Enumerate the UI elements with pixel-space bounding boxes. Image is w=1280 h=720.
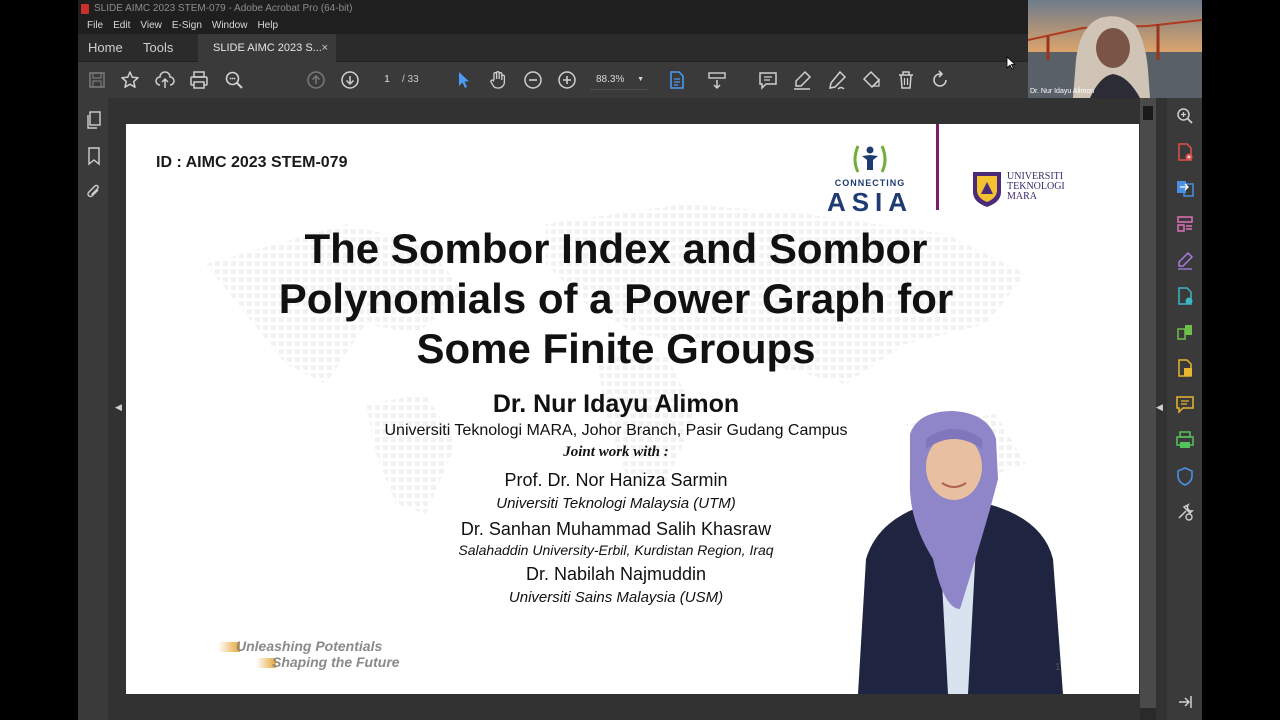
connecting-asia-logo: CONNECTING ASIA: [818, 142, 922, 217]
menu-file[interactable]: File: [82, 18, 108, 34]
cloud-upload-icon[interactable]: [154, 69, 176, 91]
attachment-icon[interactable]: [84, 182, 104, 202]
tagline-1: Unleashing Potentials: [236, 638, 383, 654]
coauthor-affiliation: Universiti Sains Malaysia (USM): [508, 589, 724, 606]
zoom-select[interactable]: 88.3% ▼: [590, 70, 648, 90]
tagline-2: Shaping the Future: [272, 654, 400, 670]
page-number-input[interactable]: [372, 70, 402, 90]
combine-files-icon[interactable]: [1175, 358, 1195, 378]
coauthor-affiliation: Salahaddin University-Erbil, Kurdistan R…: [458, 542, 774, 558]
export-pdf-icon[interactable]: [1175, 178, 1195, 198]
zoom-out-icon[interactable]: [522, 69, 544, 91]
page-down-icon[interactable]: [339, 69, 361, 91]
scroll-mode-icon[interactable]: [706, 69, 728, 91]
menu-bar: File Edit View E-Sign Window Help: [78, 18, 1028, 34]
page-up-icon[interactable]: [305, 69, 327, 91]
coauthor-affiliation: Universiti Teknologi Malaysia (UTM): [496, 495, 736, 512]
uitm-logo-text: UNIVERSITI TEKNOLOGI MARA: [1007, 171, 1065, 202]
zoom-value: 88.3%: [596, 74, 625, 85]
webcam-participant-name: Dr. Nur Idayu Alimon: [1030, 88, 1095, 95]
page-total: / 33: [402, 74, 419, 85]
rotate-icon[interactable]: [929, 69, 951, 91]
stamp-icon[interactable]: [860, 69, 882, 91]
tab-document[interactable]: SLIDE AIMC 2023 S... ×: [198, 34, 336, 62]
acrobat-window: SLIDE AIMC 2023 STEM-079 - Adobe Acrobat…: [78, 0, 1202, 720]
mouse-cursor-icon: [1006, 56, 1016, 70]
more-tools-icon[interactable]: [1175, 502, 1195, 522]
left-navigation-pane: [78, 98, 108, 720]
slide-page-number: 1: [1055, 662, 1061, 673]
delete-icon[interactable]: [895, 69, 917, 91]
menu-window[interactable]: Window: [207, 18, 253, 34]
uitm-logo: UNIVERSITI TEKNOLOGI MARA: [971, 168, 1091, 214]
tab-tools[interactable]: Tools: [143, 34, 173, 62]
logo-divider: [936, 124, 939, 210]
uitm-crest-icon: [973, 172, 1001, 207]
presenter-name: Dr. Nur Idayu Alimon: [492, 390, 740, 418]
right-tools-pane: [1167, 98, 1202, 720]
acrobat-app-icon: [81, 4, 89, 14]
webcam-video: [1028, 0, 1202, 98]
hand-icon[interactable]: [487, 69, 509, 91]
edit-pdf-icon[interactable]: [1175, 214, 1195, 234]
star-icon[interactable]: [119, 69, 141, 91]
comment-tool-icon[interactable]: [1175, 394, 1195, 414]
zoom-in-icon[interactable]: [556, 69, 578, 91]
menu-esign[interactable]: E-Sign: [167, 18, 207, 34]
menu-help[interactable]: Help: [252, 18, 283, 34]
save-icon[interactable]: [86, 69, 108, 91]
vertical-scrollbar[interactable]: [1140, 98, 1156, 720]
slide-id: ID : AIMC 2023 STEM-079: [156, 154, 348, 171]
slide-title: The Sombor Index and Sombor Polynomials …: [278, 225, 954, 372]
collapse-right-pane-icon[interactable]: ◀: [1156, 402, 1163, 413]
menu-edit[interactable]: Edit: [108, 18, 135, 34]
bookmark-icon[interactable]: [84, 146, 104, 166]
comment-icon[interactable]: [757, 69, 779, 91]
zoom-tool-icon[interactable]: [1175, 106, 1195, 126]
send-for-review-icon[interactable]: [1175, 286, 1195, 306]
collapse-left-pane-icon[interactable]: ◀: [115, 402, 122, 413]
laurel-icon: [853, 145, 887, 173]
create-pdf-icon[interactable]: [1175, 142, 1195, 162]
scroll-corner: [1140, 708, 1156, 720]
presenter-affiliation: Universiti Teknologi MARA, Johor Branch,…: [384, 422, 848, 439]
organize-pages-icon[interactable]: [1175, 322, 1195, 342]
joint-work-label: Joint work with :: [563, 444, 669, 460]
window-title: SLIDE AIMC 2023 STEM-079 - Adobe Acrobat…: [94, 3, 353, 14]
tab-home[interactable]: Home: [88, 34, 123, 62]
coauthor-name: Prof. Dr. Nor Haniza Sarmin: [504, 470, 728, 490]
select-pointer-icon[interactable]: [452, 69, 474, 91]
sign-icon[interactable]: [826, 69, 848, 91]
title-bar: SLIDE AIMC 2023 STEM-079 - Adobe Acrobat…: [78, 0, 1028, 18]
logo-asia-text: ASIA: [826, 187, 914, 217]
webcam-thumbnail: Dr. Nur Idayu Alimon: [1028, 0, 1202, 98]
expand-pane-icon[interactable]: [1175, 692, 1195, 712]
coauthor-name: Dr. Sanhan Muhammad Salih Khasraw: [460, 519, 772, 539]
pdf-page: ID : AIMC 2023 STEM-079 CONNECTING ASIA: [126, 124, 1139, 694]
menu-view[interactable]: View: [135, 18, 167, 34]
page-fit-icon[interactable]: [666, 69, 688, 91]
highlight-icon[interactable]: [791, 69, 813, 91]
fill-sign-icon[interactable]: [1175, 250, 1195, 270]
protect-icon[interactable]: [1175, 466, 1195, 486]
page-thumbnails-icon[interactable]: [84, 110, 104, 130]
print-icon[interactable]: [188, 69, 210, 91]
scrollbar-thumb[interactable]: [1143, 106, 1153, 120]
tab-close-icon[interactable]: ×: [322, 34, 328, 62]
find-icon[interactable]: [223, 69, 245, 91]
print-production-icon[interactable]: [1175, 430, 1195, 450]
presenter-portrait: [858, 411, 1063, 694]
chevron-down-icon: ▼: [637, 76, 644, 83]
screen: SLIDE AIMC 2023 STEM-079 - Adobe Acrobat…: [0, 0, 1280, 720]
coauthor-name: Dr. Nabilah Najmuddin: [525, 564, 707, 584]
tab-document-label: SLIDE AIMC 2023 S...: [213, 42, 322, 54]
